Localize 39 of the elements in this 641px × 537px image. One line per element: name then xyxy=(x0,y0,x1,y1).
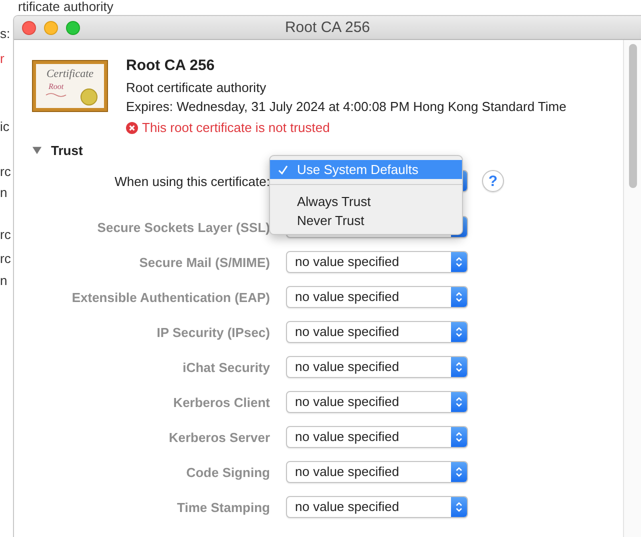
field-label: Secure Mail (S/MIME) xyxy=(138,254,270,270)
close-button[interactable] xyxy=(22,20,36,34)
background-text: s: xyxy=(0,27,10,40)
checkmark-icon xyxy=(278,164,288,174)
background-text: r xyxy=(0,52,4,65)
seal-icon xyxy=(80,88,98,106)
background-text: n xyxy=(0,186,8,199)
help-button[interactable]: ? xyxy=(482,170,504,192)
background-text: rtificate authority xyxy=(18,0,114,13)
background-text: rc xyxy=(0,165,11,178)
zoom-button[interactable] xyxy=(66,20,80,34)
expiry-date: Expires: Wednesday, 31 July 2024 at 4:00:08 PM Hong Kong Standard Time xyxy=(126,99,566,114)
certificate-name: Root CA 256 xyxy=(126,57,216,74)
field-label: Secure Sockets Layer (SSL) xyxy=(96,220,270,234)
certificate-icon-title: Certificate xyxy=(46,68,94,80)
background-text: n xyxy=(0,274,8,287)
field-label: Code Signing xyxy=(185,464,270,480)
field-label: Kerberos Client xyxy=(172,394,270,410)
background-text: ic xyxy=(0,120,10,133)
window-title: Root CA 256 xyxy=(284,19,370,36)
field-label: Extensible Authentication (EAP) xyxy=(70,290,270,304)
menu-item[interactable]: Always Trust xyxy=(270,192,462,211)
disclosure-triangle-icon[interactable] xyxy=(32,146,42,155)
certificate-icon-subtitle: Root xyxy=(48,82,64,91)
field-label: iChat Security xyxy=(182,360,270,374)
background-text: rc xyxy=(0,252,11,265)
menu-item[interactable]: Never Trust xyxy=(270,211,462,230)
trust-status: This root certificate is not trusted xyxy=(142,120,330,135)
field-label: IP Security (IPsec) xyxy=(156,324,270,340)
certificate-type: Root certificate authority xyxy=(126,80,268,95)
background-text: rc xyxy=(0,228,11,241)
field-label: Kerberos Server xyxy=(168,430,270,444)
scrollbar[interactable] xyxy=(623,40,641,537)
scroll-thumb[interactable] xyxy=(628,44,636,188)
field-label: Time Stamping xyxy=(176,500,270,514)
field-label: When using this certificate: xyxy=(114,174,270,188)
minimize-button[interactable] xyxy=(44,20,58,34)
error-icon xyxy=(126,122,138,134)
section-title: Trust xyxy=(51,143,83,158)
